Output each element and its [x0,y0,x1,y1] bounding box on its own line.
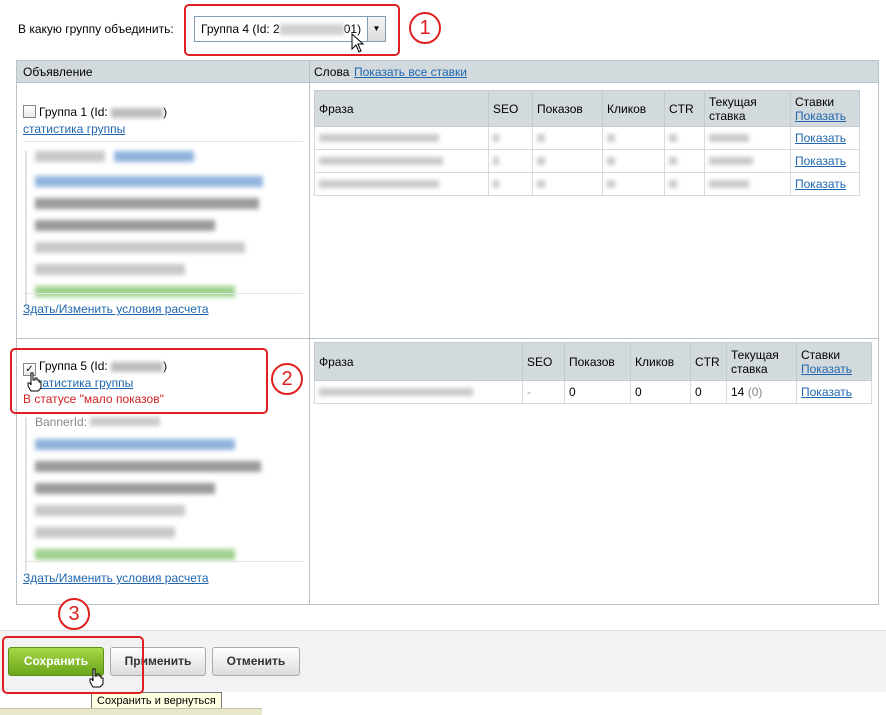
table-row: - 0 0 0 14 (0) Показать [314,380,872,404]
col-current-bid: Текущая ставка [726,342,797,381]
group5-ad-preview: BannerId: [25,415,261,571]
cell-blurred [537,180,545,188]
annotation-number-1: 1 [409,12,441,44]
cell-blurred [709,180,749,188]
status-strip [0,708,262,715]
column-divider [309,61,310,604]
cell-blurred [669,157,677,165]
table-header: Объявление Слова Показать все ставки [17,61,878,83]
ad-line [35,264,185,275]
divider [23,293,303,294]
divider [23,561,303,562]
show-all-bids-link[interactable]: Показать все ставки [354,65,467,79]
group1-label-end: ) [163,105,168,119]
hand-pointer-icon [89,668,104,688]
table-row: Показать [314,172,860,196]
cell-ctr: 0 [690,380,727,404]
group1-ad-preview [25,151,263,308]
cell-blurred [607,134,615,142]
cell-blurred [607,180,615,188]
show-bids-link[interactable]: Показать [795,109,846,123]
banner-id-blurred [90,417,161,426]
row-show-link[interactable]: Показать [795,154,846,168]
col-shows: Показов [532,90,603,127]
phrase-blurred [319,134,439,142]
col-current-bid: Текущая ставка [704,90,791,127]
col-bids: Ставки Показать [790,90,860,127]
annotation-number-2: 2 [271,363,303,395]
row-show-link[interactable]: Показать [795,177,846,191]
group1-label: Группа 1 (Id: [39,105,108,119]
cell-blurred [537,157,545,165]
cell-blurred [493,134,499,142]
ad-line [35,505,185,516]
banner-id-label: BannerId: [35,415,88,429]
cell-clicks: 0 [630,380,691,404]
col-clicks: Кликов [602,90,665,127]
header-words: Слова [314,65,350,79]
row-show-link[interactable]: Показать [801,385,852,399]
ad-line [35,527,175,538]
group5-conditions-link[interactable]: Здать/Изменить условия расчета [23,571,209,585]
group1-header: Группа 1 (Id: ) [23,105,167,119]
ad-line [35,151,105,162]
cell-blurred [607,157,615,165]
show-bids-link[interactable]: Показать [801,362,852,376]
group5-phrases-table: Фраза SEO Показов Кликов CTR Текущая став… [314,342,872,404]
cancel-button[interactable]: Отменить [212,647,300,676]
row-show-link[interactable]: Показать [795,131,846,145]
col-phrase: Фраза [314,90,489,127]
table-row: Показать [314,126,860,150]
col-seo: SEO [488,90,533,127]
cell-blurred [669,134,677,142]
group1-checkbox[interactable] [23,105,36,118]
col-ctr: CTR [690,342,727,381]
phrase-blurred [319,388,473,396]
col-bids: Ставки Показать [796,342,872,381]
cell-blurred [493,157,499,165]
row-divider [17,338,878,339]
col-seo: SEO [522,342,565,381]
cell-shows: 0 [564,380,631,404]
col-shows: Показов [564,342,631,381]
hand-pointer-icon [27,372,42,392]
col-phrase: Фраза [314,342,523,381]
ad-line [114,151,195,162]
ad-line [35,483,215,494]
phrase-blurred [319,157,443,165]
annotation-box-3 [2,636,144,694]
cell-blurred [709,134,749,142]
ad-line [35,220,215,231]
ad-line [35,461,261,472]
header-ad: Объявление [23,65,93,79]
ad-line [35,176,263,187]
table-row: Показать [314,149,860,173]
mouse-pointer-icon [351,33,365,53]
merge-group-label: В какую группу объединить: [18,22,174,36]
cell-blurred [493,180,499,188]
annotation-box-1 [184,4,400,56]
ad-line [35,242,245,253]
ad-line [35,549,235,560]
cell-current-bid: 14 (0) [726,380,797,404]
group1-stats-link[interactable]: статистика группы [23,122,125,136]
ad-line [35,439,235,450]
col-clicks: Кликов [630,342,691,381]
cell-blurred [537,134,545,142]
group1-id-blurred [111,107,164,118]
group1-conditions-link[interactable]: Здать/Изменить условия расчета [23,302,209,316]
col-ctr: CTR [664,90,705,127]
cell-blurred [669,180,677,188]
phrase-blurred [319,180,439,188]
ad-line [35,286,235,297]
cell-blurred [709,157,753,165]
group1-phrases-table: Фраза SEO Показов Кликов CTR Текущая став… [314,90,860,196]
ad-line [35,198,259,209]
annotation-number-3: 3 [58,598,90,630]
divider [23,141,303,142]
annotation-box-2 [10,348,268,414]
cell-seo: - [522,380,565,404]
